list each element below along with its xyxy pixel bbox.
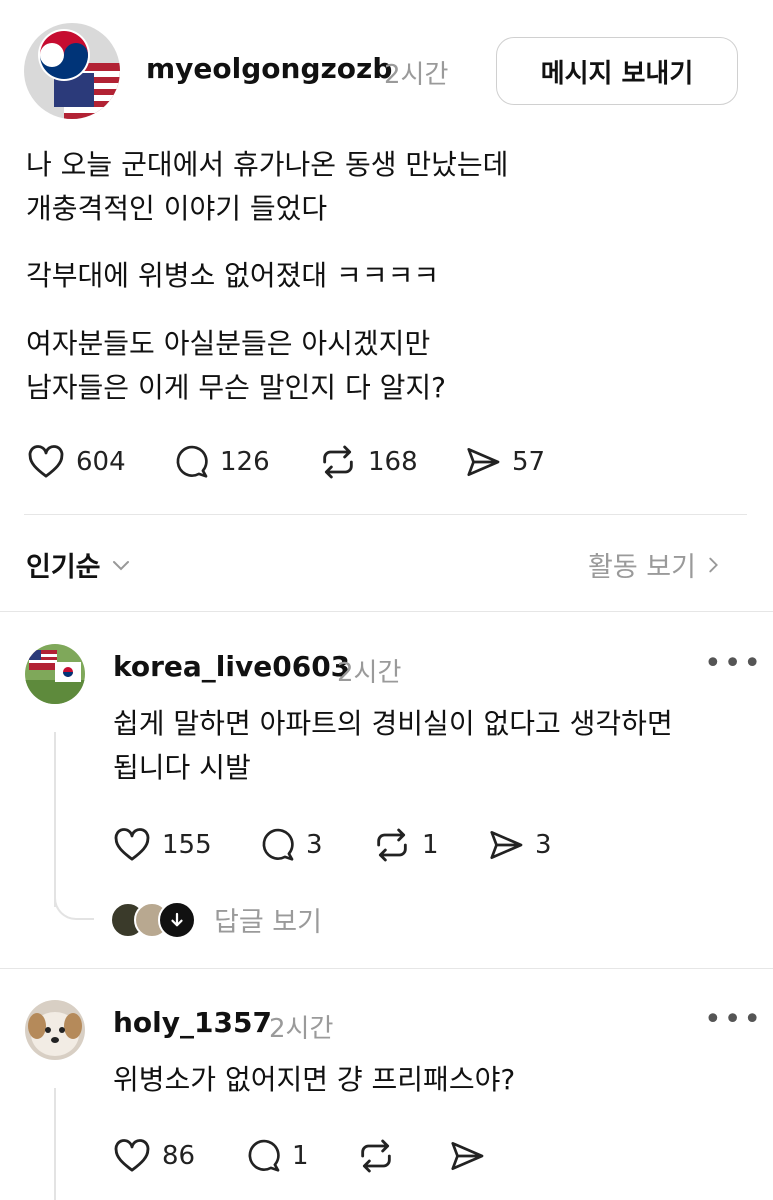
reply-body-line: 쉽게 말하면 아파트의 경비실이 없다고 생각하면 xyxy=(113,707,673,740)
repost-button[interactable]: 168 xyxy=(318,442,418,482)
share-count: 3 xyxy=(535,830,552,860)
post-body-line: 각부대에 위병소 없어졌대 ㅋㅋㅋㅋ xyxy=(26,259,440,292)
like-count: 155 xyxy=(162,830,212,860)
view-activity-label: 활동 보기 xyxy=(588,552,696,583)
comment-icon xyxy=(248,1139,280,1172)
comment-count: 126 xyxy=(220,447,270,477)
divider xyxy=(24,514,747,515)
repost-count: 1 xyxy=(422,830,439,860)
post-body-line: 개충격적인 이야기 들었다 xyxy=(26,192,328,225)
heart-icon xyxy=(114,1139,150,1172)
arrow-down-icon xyxy=(158,900,196,939)
repost-button[interactable] xyxy=(356,1136,396,1176)
repost-icon xyxy=(323,445,353,479)
chevron-down-icon xyxy=(112,560,129,570)
sort-dropdown[interactable]: 인기순 xyxy=(26,545,133,584)
reply-author-avatar[interactable] xyxy=(25,644,85,704)
comment-button[interactable]: 3 xyxy=(258,825,323,865)
reply-username[interactable]: korea_live0603 xyxy=(113,650,350,683)
send-icon xyxy=(490,830,523,860)
post-author-avatar[interactable] xyxy=(24,23,120,119)
share-count: 57 xyxy=(512,447,546,477)
divider xyxy=(0,611,773,612)
share-button[interactable] xyxy=(448,1136,486,1176)
more-icon[interactable]: ••• xyxy=(704,1002,763,1037)
more-icon[interactable]: ••• xyxy=(704,646,763,681)
like-count: 86 xyxy=(162,1141,196,1171)
like-button[interactable]: 86 xyxy=(112,1136,195,1176)
repost-button[interactable]: 1 xyxy=(372,825,439,865)
post-timestamp: 2시간 xyxy=(384,60,449,90)
reply-body-line: 됩니다 시발 xyxy=(113,751,251,784)
reply-thread-line xyxy=(54,1088,56,1200)
comment-button[interactable]: 126 xyxy=(172,442,270,482)
reply-timestamp: 2시간 xyxy=(269,1014,334,1044)
like-button[interactable]: 604 xyxy=(26,442,126,482)
chevron-right-icon xyxy=(709,557,718,572)
repost-icon xyxy=(361,1139,391,1173)
reply-body-line: 위병소가 없어지면 걍 프리패스야? xyxy=(113,1063,516,1096)
share-button[interactable]: 3 xyxy=(487,825,552,865)
repost-icon xyxy=(377,828,407,862)
comment-count: 3 xyxy=(306,830,323,860)
heart-icon xyxy=(114,828,150,861)
comment-count: 1 xyxy=(292,1141,309,1171)
comment-button[interactable]: 1 xyxy=(244,1136,309,1176)
like-button[interactable]: 155 xyxy=(112,825,212,865)
reply-timestamp: 2시간 xyxy=(337,658,402,688)
view-activity-link[interactable]: 활동 보기 xyxy=(588,545,724,584)
like-count: 604 xyxy=(76,447,126,477)
post-body-line: 나 오늘 군대에서 휴가나온 동생 만났는데 xyxy=(26,148,509,181)
divider xyxy=(0,968,773,969)
post-body-line: 남자들은 이게 무슨 말인지 다 알지? xyxy=(26,371,447,404)
send-message-button[interactable]: 메시지 보내기 xyxy=(496,37,738,105)
sort-label: 인기순 xyxy=(26,552,101,583)
reply-author-avatar[interactable] xyxy=(25,1000,85,1060)
view-replies-link[interactable]: 답글 보기 xyxy=(110,900,322,939)
reply-username[interactable]: holy_1357 xyxy=(113,1006,272,1039)
comment-icon xyxy=(262,828,294,861)
share-button[interactable]: 57 xyxy=(464,442,545,482)
comment-icon xyxy=(176,445,208,478)
send-message-label: 메시지 보내기 xyxy=(540,58,694,89)
heart-icon xyxy=(28,445,64,478)
post-body-line: 여자분들도 아실분들은 아시겠지만 xyxy=(26,327,431,360)
reply-thread-curve xyxy=(54,880,94,920)
post-username[interactable]: myeolgongzozb xyxy=(146,52,392,85)
view-replies-label: 답글 보기 xyxy=(214,907,322,938)
send-icon xyxy=(467,447,500,477)
repost-count: 168 xyxy=(368,447,418,477)
send-icon xyxy=(451,1141,484,1171)
